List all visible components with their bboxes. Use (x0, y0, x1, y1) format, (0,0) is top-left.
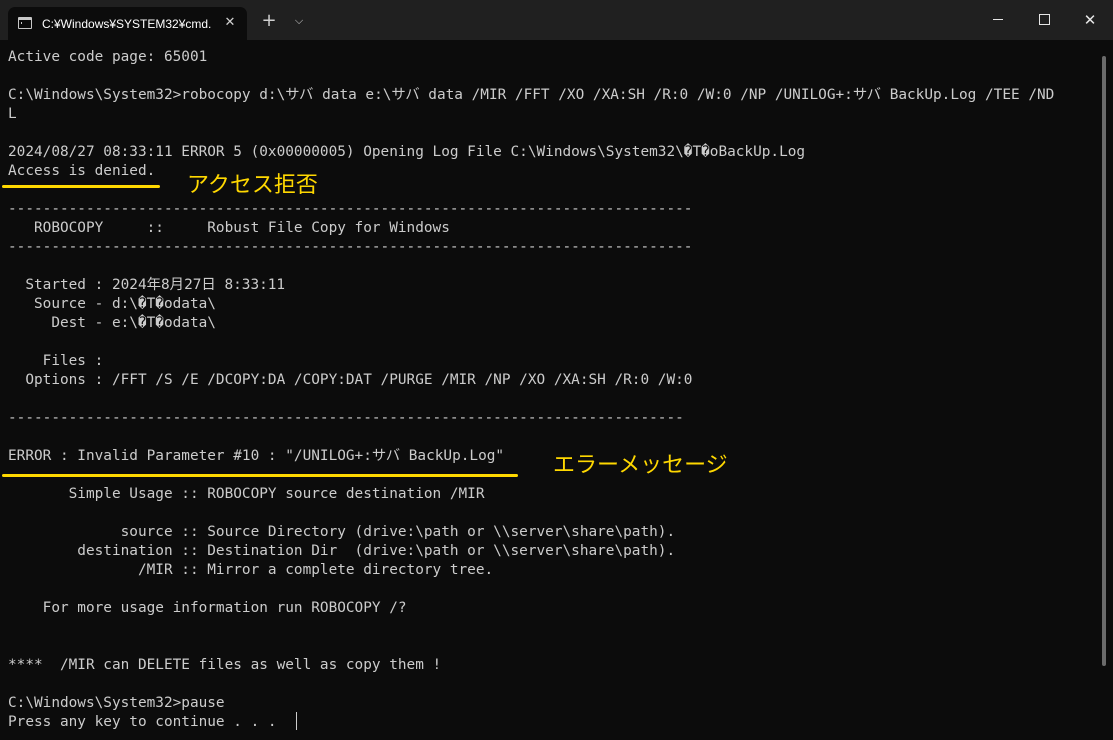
access-denied-annotation: アクセス拒否 (187, 173, 318, 198)
terminal-line: Options : /FFT /S /E /DCOPY:DA /COPY:DAT… (8, 372, 693, 388)
terminal-line: Dest - e:\�T�odata\ (8, 315, 216, 331)
terminal-output[interactable]: Active code page: 65001 C:\Windows\System… (0, 40, 1113, 740)
terminal-line: For more usage information run ROBOCOPY … (8, 600, 407, 616)
text-cursor (296, 712, 297, 730)
terminal-line: 2024/08/27 08:33:11 ERROR 5 (0x00000005)… (8, 144, 806, 160)
minimize-icon (993, 19, 1003, 20)
terminal-line: destination :: Destination Dir (drive:\p… (8, 543, 676, 559)
terminal-line: C:\Windows\System32>pause (8, 695, 225, 711)
tab-title: C:¥Windows¥SYSTEM32¥cmd. (42, 17, 212, 31)
close-window-button[interactable]: ✕ (1067, 0, 1113, 40)
close-tab-icon[interactable]: ✕ (221, 14, 239, 32)
terminal-tab[interactable]: C:¥Windows¥SYSTEM32¥cmd. ✕ (8, 7, 247, 40)
terminal-line: **** /MIR can DELETE files as well as co… (8, 657, 442, 673)
terminal-line: /MIR :: Mirror a complete directory tree… (8, 562, 494, 578)
title-bar: C:¥Windows¥SYSTEM32¥cmd. ✕ + ⌵ ✕ (0, 0, 1113, 40)
error-message-underline (2, 474, 518, 477)
maximize-button[interactable] (1021, 0, 1067, 40)
terminal-line: Press any key to continue . . . (8, 714, 286, 730)
terminal-line: L (8, 106, 17, 122)
terminal-line: ----------------------------------------… (8, 239, 693, 255)
terminal-line: source :: Source Directory (drive:\path … (8, 524, 676, 540)
maximize-icon (1038, 14, 1050, 25)
minimize-button[interactable] (975, 0, 1021, 40)
vertical-scrollbar[interactable] (1102, 56, 1106, 666)
tab-dropdown-chevron-icon[interactable]: ⌵ (290, 11, 308, 31)
terminal-line: Source - d:\�T�odata\ (8, 296, 216, 312)
terminal-line: ----------------------------------------… (8, 410, 684, 426)
error-message-annotation: エラーメッセージ (553, 453, 728, 478)
new-tab-button[interactable]: + (259, 11, 279, 31)
terminal-line: ERROR : Invalid Parameter #10 : "/UNILOG… (8, 448, 505, 464)
terminal-line: ROBOCOPY :: Robust File Copy for Windows (8, 220, 450, 236)
terminal-line: Active code page: 65001 (8, 49, 208, 65)
terminal-line: C:\Windows\System32>robocopy d:\サバ data … (8, 87, 1055, 103)
terminal-line: Simple Usage :: ROBOCOPY source destinat… (8, 486, 485, 502)
command-prompt-icon (18, 17, 32, 29)
terminal-line: Started : 2024年8月27日 8:33:11 (8, 277, 286, 293)
terminal-line: Access is denied. (8, 163, 156, 179)
access-denied-underline (2, 185, 160, 188)
terminal-line: Files : (8, 353, 104, 369)
terminal-line: ----------------------------------------… (8, 201, 693, 217)
